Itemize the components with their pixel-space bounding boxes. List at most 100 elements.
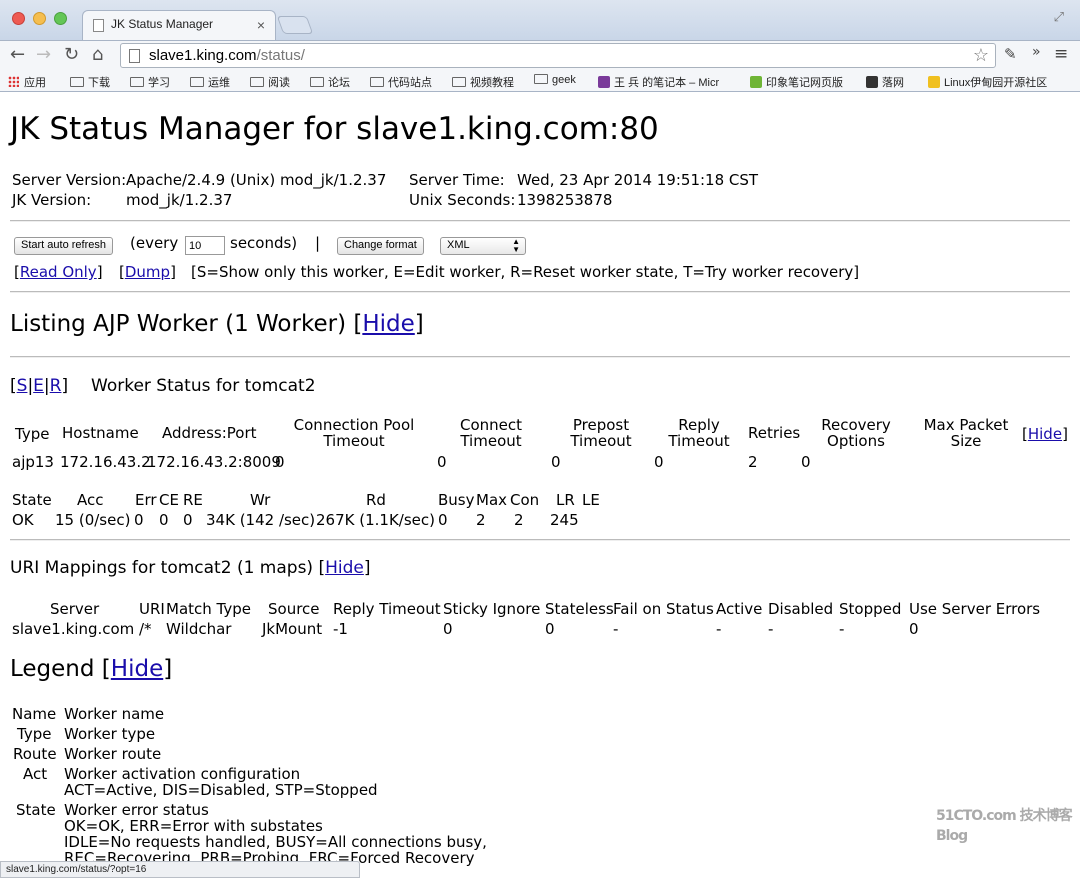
- bookmark-linux[interactable]: Linux伊甸园开源社区: [928, 74, 1047, 90]
- bookmark-apps[interactable]: 应用: [8, 74, 46, 90]
- table-cell: 172.16.43.2:8009: [147, 453, 281, 471]
- column-header: Hostname: [62, 424, 139, 442]
- folder-icon: [370, 77, 384, 87]
- evernote-extension-icon[interactable]: ✎: [1004, 45, 1017, 63]
- bookmarks-bar: 应用 下载 学习 运维 阅读 论坛 代码站点 视频教程 geek 王 兵 的笔记…: [0, 70, 1080, 92]
- table-cell: 0: [183, 511, 193, 529]
- action-legend-hint: [S=Show only this worker, E=Edit worker,…: [191, 263, 860, 281]
- home-icon[interactable]: ⌂: [92, 44, 103, 65]
- hide-legend-link[interactable]: Hide: [111, 656, 163, 682]
- column-header: Acc: [77, 491, 104, 509]
- worker-section-title: Listing AJP Worker (1 Worker) [Hide]: [10, 311, 424, 337]
- read-only-link-wrap: [Read Only]: [14, 263, 103, 281]
- browser-menu-icon[interactable]: ≡: [1054, 44, 1068, 64]
- table-cell: 0: [801, 453, 811, 471]
- bookmark-folder[interactable]: 论坛: [310, 74, 350, 90]
- column-header: Connection Pool Timeout: [293, 416, 415, 450]
- column-header: Prepost Timeout: [570, 416, 632, 450]
- reset-worker-link[interactable]: R: [50, 376, 62, 396]
- bookmark-folder[interactable]: geek: [534, 74, 576, 86]
- bookmark-star-icon[interactable]: ☆: [973, 45, 989, 66]
- every-label: (every: [130, 234, 179, 252]
- table-cell: 0: [275, 453, 285, 471]
- minimize-window-button[interactable]: [33, 12, 46, 25]
- back-arrow-icon[interactable]: ←: [10, 44, 25, 65]
- legend-desc: Worker route: [64, 745, 162, 763]
- reload-icon[interactable]: ↻: [64, 44, 79, 65]
- table-cell: Wildchar: [166, 620, 232, 638]
- fullscreen-icon[interactable]: ⤢: [1054, 10, 1064, 25]
- bookmark-onenote[interactable]: 王 兵 的笔记本 – Micr: [598, 74, 719, 90]
- bookmark-folder[interactable]: 学习: [130, 74, 170, 90]
- folder-icon: [534, 74, 548, 84]
- table-cell: 0: [437, 453, 447, 471]
- table-cell: 34K (142 /sec): [206, 511, 316, 529]
- folder-icon: [250, 77, 264, 87]
- hide-workers-link[interactable]: Hide: [362, 311, 414, 337]
- forward-arrow-icon[interactable]: →: [36, 44, 51, 65]
- folder-icon: [130, 77, 144, 87]
- column-header: Busy: [438, 491, 475, 509]
- table-cell: 0: [551, 453, 561, 471]
- legend-key: Act: [23, 765, 48, 783]
- jk-version-value: mod_jk/1.2.37: [126, 191, 233, 209]
- bookmark-luoo[interactable]: 落网: [866, 74, 904, 90]
- bookmark-folder[interactable]: 代码站点: [370, 74, 432, 90]
- column-header: Max: [476, 491, 508, 509]
- page-title: JK Status Manager for slave1.king.com:80: [10, 111, 659, 147]
- new-tab-button[interactable]: [276, 16, 314, 34]
- refresh-interval-input[interactable]: [185, 236, 225, 255]
- dump-link[interactable]: Dump: [125, 263, 170, 281]
- hide-worker-link[interactable]: Hide: [1028, 425, 1062, 443]
- address-bar[interactable]: slave1.king.com/status/ ☆: [120, 43, 996, 68]
- server-version-label: Server Version:: [12, 171, 127, 189]
- column-header: Connect Timeout: [459, 416, 523, 450]
- hide-uri-link[interactable]: Hide: [325, 558, 364, 578]
- table-cell: 2: [514, 511, 524, 529]
- seconds-label: seconds): [230, 234, 298, 252]
- legend-key: Route: [13, 745, 57, 763]
- table-cell: 0: [443, 620, 453, 638]
- table-cell: 267K (1.1K/sec): [316, 511, 435, 529]
- close-tab-icon[interactable]: ×: [257, 17, 265, 33]
- jk-version-label: JK Version:: [12, 191, 92, 209]
- show-worker-link[interactable]: S: [17, 376, 28, 396]
- folder-icon: [452, 77, 466, 87]
- change-format-button[interactable]: Change format: [337, 237, 424, 255]
- url-path: /status/: [256, 47, 305, 64]
- status-bar-url: slave1.king.com/status/?opt=16: [0, 861, 360, 878]
- bookmark-folder[interactable]: 下载: [70, 74, 110, 90]
- browser-tab[interactable]: JK Status Manager ×: [82, 10, 276, 40]
- column-header: Sticky Ignore: [443, 600, 541, 618]
- column-header: Max Packet Size: [923, 416, 1009, 450]
- table-cell: 2: [748, 453, 758, 471]
- onenote-icon: [598, 76, 610, 88]
- read-only-link[interactable]: Read Only: [20, 263, 97, 281]
- select-arrows-icon: ▲ ▼: [512, 237, 520, 254]
- bookmark-folder[interactable]: 阅读: [250, 74, 290, 90]
- column-header: Disabled: [768, 600, 834, 618]
- separator: |: [315, 234, 321, 252]
- table-cell: -1: [333, 620, 348, 638]
- bookmark-folder[interactable]: 运维: [190, 74, 230, 90]
- table-cell: 0: [159, 511, 169, 529]
- table-cell: 245: [550, 511, 579, 529]
- legend-desc: Worker type: [64, 725, 156, 743]
- column-header: Err: [135, 491, 157, 509]
- table-cell: JkMount: [262, 620, 323, 638]
- more-extensions-chevron-icon[interactable]: »: [1032, 44, 1041, 60]
- server-time-value: Wed, 23 Apr 2014 19:51:18 CST: [517, 171, 759, 189]
- format-select[interactable]: XML ▲ ▼: [440, 237, 526, 255]
- bookmark-evernote[interactable]: 印象笔记网页版: [750, 74, 843, 90]
- bookmark-folder[interactable]: 视频教程: [452, 74, 514, 90]
- table-cell: 0: [438, 511, 448, 529]
- zoom-window-button[interactable]: [54, 12, 67, 25]
- column-header: URI: [139, 600, 165, 618]
- close-window-button[interactable]: [12, 12, 25, 25]
- hide-worker-columns: [Hide]: [1022, 425, 1068, 443]
- start-auto-refresh-button[interactable]: Start auto refresh: [14, 237, 113, 255]
- column-header: Match Type: [166, 600, 251, 618]
- edit-worker-link[interactable]: E: [33, 376, 44, 396]
- column-header: Rd: [366, 491, 386, 509]
- worker-actions: [S|E|R]: [10, 376, 69, 396]
